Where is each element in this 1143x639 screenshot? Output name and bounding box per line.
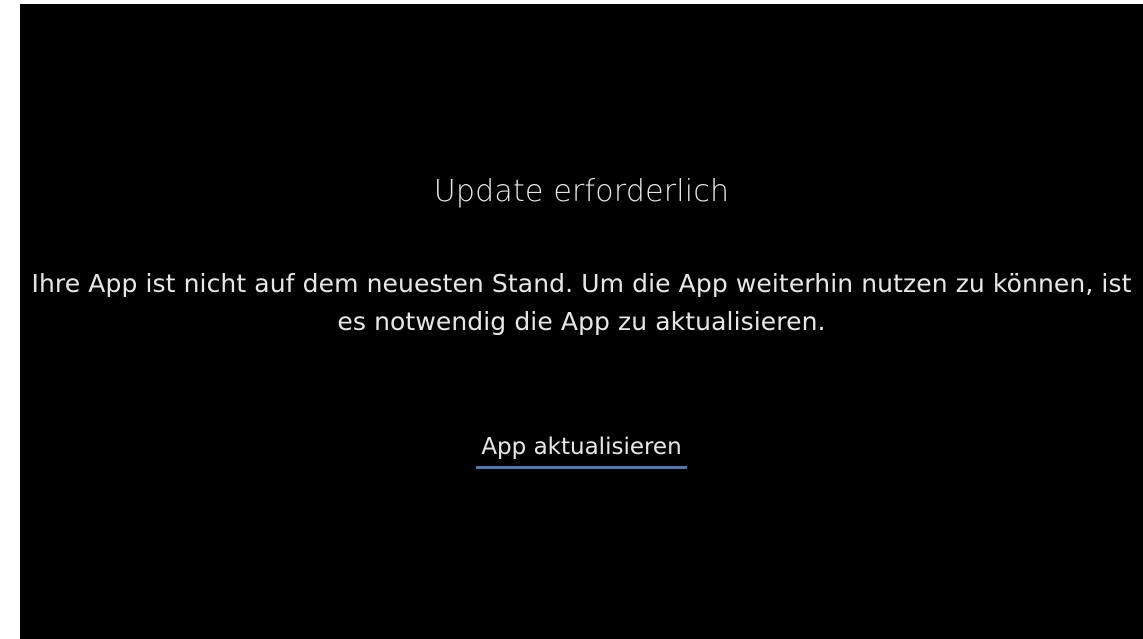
- update-app-button-label: App aktualisieren: [481, 434, 682, 460]
- update-title: Update erforderlich: [433, 174, 730, 209]
- update-screen: Update erforderlich Ihre App ist nicht a…: [20, 4, 1143, 639]
- update-message: Ihre App ist nicht auf dem neuesten Stan…: [31, 269, 1132, 336]
- focus-underline: [476, 466, 687, 469]
- update-app-button[interactable]: App aktualisieren: [473, 431, 690, 469]
